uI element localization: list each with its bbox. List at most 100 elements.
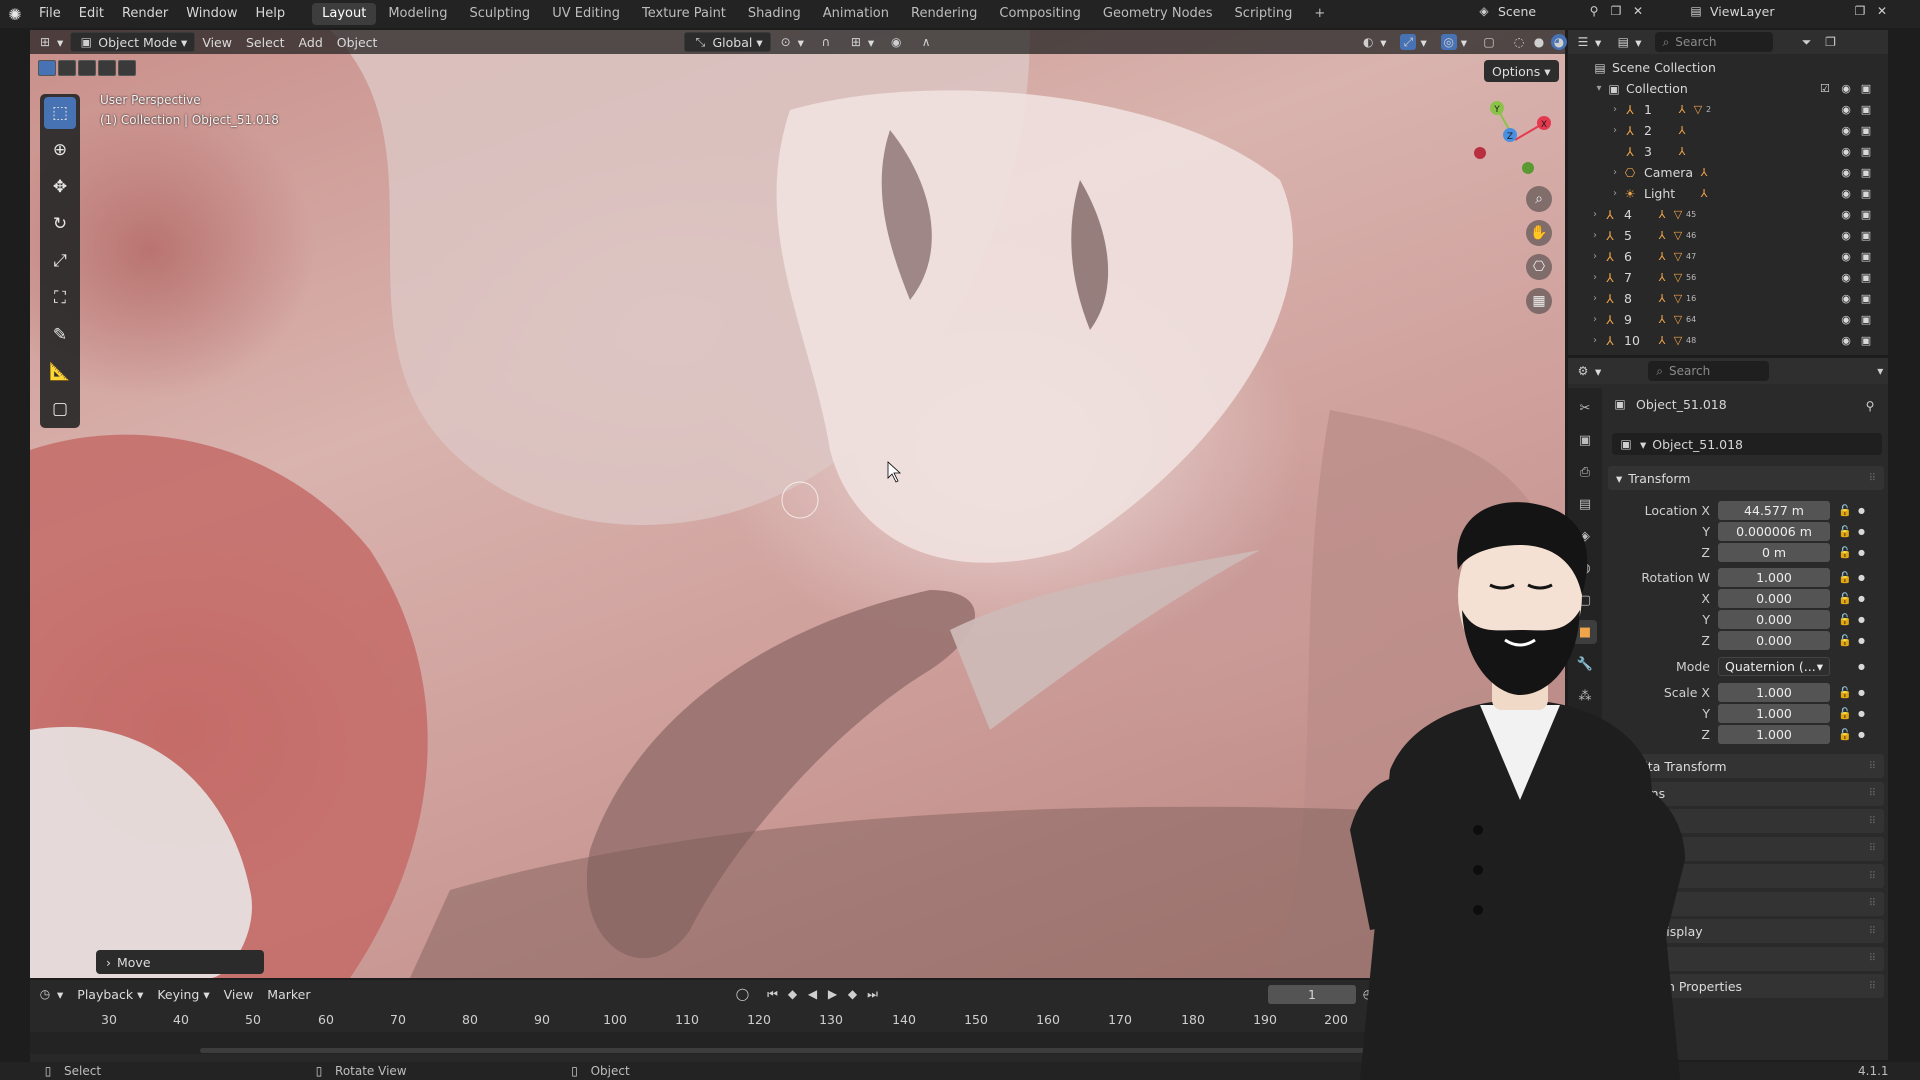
- add-workspace-button[interactable]: +: [1304, 3, 1335, 25]
- navigation-gizmo[interactable]: Y Z X: [1470, 95, 1560, 185]
- eye-icon[interactable]: ◉: [1838, 187, 1854, 200]
- keying-menu[interactable]: Keying ▾: [150, 984, 216, 1004]
- add-cube-tool-icon[interactable]: ▢: [44, 393, 76, 425]
- eye-icon[interactable]: ◉: [1838, 208, 1854, 221]
- new-scene-icon[interactable]: ❐: [1608, 3, 1624, 19]
- camera-render-icon[interactable]: ▣: [1858, 103, 1874, 116]
- drag-handle-icon[interactable]: ⠿: [1869, 761, 1876, 772]
- view-layer-selector[interactable]: ▤ ViewLayer ❐ ✕: [1688, 3, 1890, 19]
- outliner-item[interactable]: › ☀ Light ⅄ ◉ ▣: [1568, 183, 1888, 204]
- drag-handle-icon[interactable]: ⠿: [1869, 953, 1876, 964]
- camera-render-icon[interactable]: ▣: [1858, 187, 1874, 200]
- chevron-right-icon[interactable]: ›: [1588, 209, 1602, 220]
- next-keyframe-icon[interactable]: ◆: [845, 986, 861, 1002]
- eye-icon[interactable]: ◉: [1838, 103, 1854, 116]
- rotate-tool-icon[interactable]: ↻: [44, 208, 76, 240]
- solid-shading-icon[interactable]: ●: [1531, 34, 1547, 50]
- timeline-ruler[interactable]: 30 40 50 60 70 80 90 100 110 120 130 140…: [30, 1008, 1410, 1030]
- mode-dropdown[interactable]: ▣ Object Mode ▾: [70, 32, 196, 52]
- filter-icon[interactable]: ⏷: [1799, 34, 1815, 50]
- select-difference-icon[interactable]: [98, 60, 116, 76]
- menu-render[interactable]: Render: [113, 0, 177, 28]
- keyframe-dot-icon[interactable]: ●: [1858, 548, 1865, 557]
- scale-z-field[interactable]: 1.000: [1718, 724, 1830, 744]
- camera-view-icon[interactable]: ⎔: [1526, 254, 1552, 280]
- zoom-icon[interactable]: ⌕: [1526, 186, 1552, 212]
- camera-render-icon[interactable]: ▣: [1858, 250, 1874, 263]
- scale-x-field[interactable]: 1.000: [1718, 682, 1830, 702]
- chevron-right-icon[interactable]: ›: [1588, 251, 1602, 262]
- jump-end-icon[interactable]: ⏭: [865, 986, 881, 1002]
- transform-orientation-dropdown[interactable]: ⤡ Global ▾: [684, 32, 771, 52]
- rotation-x-field[interactable]: 0.000: [1718, 588, 1830, 608]
- overlay-toggle[interactable]: ◎ ▾: [1434, 32, 1474, 52]
- pivot-point-button[interactable]: ⊙ ▾: [771, 32, 811, 52]
- chevron-right-icon[interactable]: ›: [1588, 230, 1602, 241]
- menu-object[interactable]: Object: [330, 32, 385, 52]
- chevron-right-icon[interactable]: ›: [1608, 125, 1622, 136]
- drag-handle-icon[interactable]: ⠿: [1869, 926, 1876, 937]
- keyframe-dot-icon[interactable]: ●: [1858, 527, 1865, 536]
- tool-tab-icon[interactable]: ✂: [1573, 396, 1597, 420]
- tab-shading[interactable]: Shading: [738, 3, 811, 25]
- chevron-right-icon[interactable]: ›: [1588, 314, 1602, 325]
- annotate-tool-icon[interactable]: ✎: [44, 319, 76, 351]
- lock-icon[interactable]: 🔓: [1838, 592, 1852, 605]
- outliner-item[interactable]: › ⅄ 7 ⅄ ▽ 56 ◉ ▣: [1568, 267, 1888, 288]
- chevron-down-icon[interactable]: ▾: [1592, 83, 1606, 94]
- properties-search[interactable]: ⌕ Search: [1648, 361, 1769, 381]
- 3d-cursor[interactable]: [781, 481, 819, 519]
- tab-texture-paint[interactable]: Texture Paint: [632, 3, 736, 25]
- lock-icon[interactable]: 🔓: [1838, 546, 1852, 559]
- gizmo-toggle[interactable]: ⤢ ▾: [1393, 32, 1433, 52]
- wireframe-shading-icon[interactable]: ◌: [1511, 34, 1527, 50]
- material-shading-icon[interactable]: ◕: [1551, 34, 1568, 50]
- outliner-item[interactable]: › ⅄ 4 ⅄ ▽ 45 ◉ ▣: [1568, 204, 1888, 225]
- rotation-mode-dropdown[interactable]: Quaternion (... ▾: [1718, 656, 1830, 676]
- camera-render-icon[interactable]: ▣: [1858, 124, 1874, 137]
- auto-key-button[interactable]: ◯: [728, 984, 758, 1004]
- current-frame-field[interactable]: 1: [1268, 984, 1356, 1004]
- drag-handle-icon[interactable]: ⠿: [1869, 788, 1876, 799]
- select-new-icon[interactable]: [38, 60, 56, 76]
- pin-icon[interactable]: ⚲: [1586, 3, 1602, 19]
- chevron-right-icon[interactable]: ›: [1608, 188, 1622, 199]
- outliner-item[interactable]: › ⅄ 2 ⅄ ◉ ▣: [1568, 120, 1888, 141]
- eye-icon[interactable]: ◉: [1838, 334, 1854, 347]
- eye-icon[interactable]: ◉: [1838, 229, 1854, 242]
- drag-handle-icon[interactable]: ⠿: [1869, 981, 1876, 992]
- cursor-tool-icon[interactable]: ⊕: [44, 134, 76, 166]
- location-x-field[interactable]: 44.577 m: [1718, 500, 1830, 520]
- object-name-field[interactable]: ▣ ▾ Object_51.018: [1612, 433, 1882, 455]
- keyframe-dot-icon[interactable]: ●: [1858, 636, 1865, 645]
- eye-icon[interactable]: ◉: [1838, 292, 1854, 305]
- delete-scene-icon[interactable]: ✕: [1630, 3, 1646, 19]
- keyframe-dot-icon[interactable]: ●: [1858, 730, 1865, 739]
- location-y-field[interactable]: 0.000006 m: [1718, 521, 1830, 541]
- eye-icon[interactable]: ◉: [1838, 271, 1854, 284]
- chevron-down-icon[interactable]: ▾: [1873, 363, 1888, 379]
- eye-icon[interactable]: ◉: [1838, 124, 1854, 137]
- camera-render-icon[interactable]: ▣: [1858, 271, 1874, 284]
- keyframe-dot-icon[interactable]: ●: [1858, 662, 1865, 671]
- delete-view-layer-icon[interactable]: ✕: [1874, 3, 1890, 19]
- keyframe-dot-icon[interactable]: ●: [1858, 615, 1865, 624]
- camera-render-icon[interactable]: ▣: [1858, 208, 1874, 221]
- eye-icon[interactable]: ◉: [1838, 250, 1854, 263]
- lock-icon[interactable]: 🔓: [1838, 634, 1852, 647]
- select-box-tool-icon[interactable]: ⬚: [44, 97, 76, 129]
- lock-icon[interactable]: 🔓: [1838, 728, 1852, 741]
- scene-selector[interactable]: ◈ Scene ⚲ ❐ ✕: [1476, 3, 1646, 19]
- timeline-scrollbar[interactable]: [200, 1048, 1396, 1053]
- scale-y-field[interactable]: 1.000: [1718, 703, 1830, 723]
- rotation-z-field[interactable]: 0.000: [1718, 630, 1830, 650]
- drag-handle-icon[interactable]: ⠿: [1869, 843, 1876, 854]
- last-operator-panel[interactable]: › Move: [96, 950, 264, 974]
- location-z-field[interactable]: 0 m: [1718, 542, 1830, 562]
- checkbox-icon[interactable]: ☑: [1820, 82, 1830, 95]
- move-tool-icon[interactable]: ✥: [44, 171, 76, 203]
- eye-icon[interactable]: ◉: [1838, 145, 1854, 158]
- pan-hand-icon[interactable]: ✋: [1526, 220, 1552, 246]
- menu-add[interactable]: Add: [292, 32, 330, 52]
- proportional-edit-button[interactable]: ◉: [881, 32, 911, 52]
